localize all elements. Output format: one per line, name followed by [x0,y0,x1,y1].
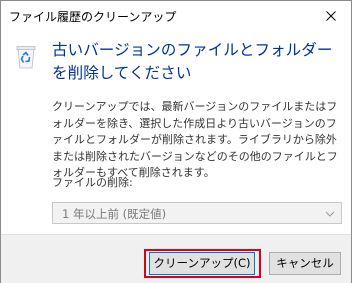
cancel-button[interactable]: キャンセル [269,252,341,275]
dialog-heading: 古いバージョンのファイルとフォルダーを削除してください [52,41,333,82]
dialog-description: クリーンアップでは、最新バージョンのファイルまたはフォルダーを除き、選択した作成… [52,100,338,179]
chevron-down-icon [325,211,335,217]
cleanup-dialog: ファイル履歴のクリーンアップ 古いバージョンのファイルとフォルダーを削除してくだ… [0,0,352,283]
recycle-bin-icon [16,46,36,69]
delete-files-label: ファイルの削除: [52,176,133,189]
title-bar: ファイル履歴のクリーンアップ [1,1,351,31]
window-title: ファイル履歴のクリーンアップ [9,10,177,24]
dialog-content: 古いバージョンのファイルとフォルダーを削除してください クリーンアップでは、最新… [1,31,351,234]
button-bar: クリーンアップ(C) キャンセル [1,234,351,283]
cleanup-button[interactable]: クリーンアップ(C) [149,252,255,275]
dropdown-selected-value: 1 年以上前 (既定値) [62,207,167,221]
delete-age-dropdown[interactable]: 1 年以上前 (既定値) [52,202,342,224]
close-button[interactable] [311,1,351,31]
close-icon [326,11,336,21]
